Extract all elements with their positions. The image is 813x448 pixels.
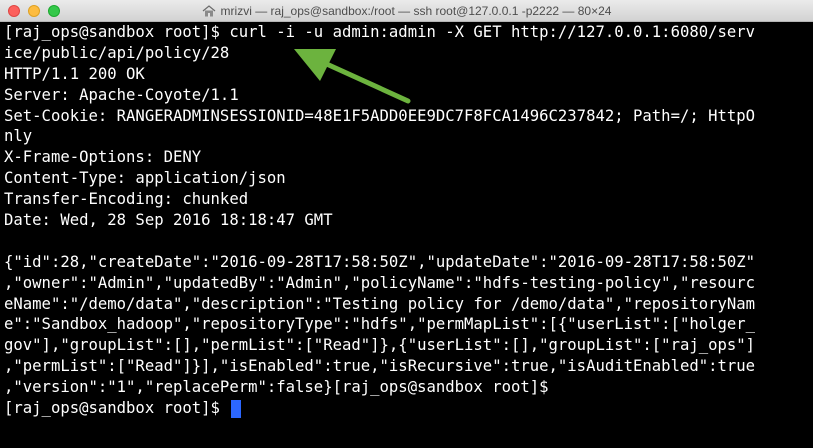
terminal-line: nly (4, 127, 33, 146)
terminal-line: X-Frame-Options: DENY (4, 148, 202, 167)
terminal-line: eName":"/demo/data","description":"Testi… (4, 294, 756, 313)
home-folder-icon (202, 4, 215, 16)
terminal-prompt-line[interactable]: [raj_ops@sandbox root]$ (4, 398, 813, 419)
terminal-line: {"id":28,"createDate":"2016-09-28T17:58:… (4, 252, 756, 271)
shell-prompt: [raj_ops@sandbox root]$ (4, 399, 230, 418)
terminal-line: ,"permList":["Read"]}],"isEnabled":true,… (4, 357, 756, 376)
window-title-container: mrizvi — raj_ops@sandbox:/root — ssh roo… (0, 0, 813, 21)
terminal-line: HTTP/1.1 200 OK (4, 64, 145, 83)
title-bar[interactable]: mrizvi — raj_ops@sandbox:/root — ssh roo… (0, 0, 813, 22)
terminal-line: e":"Sandbox_hadoop","repositoryType":"hd… (4, 315, 756, 334)
terminal-line: Transfer-Encoding: chunked (4, 190, 249, 209)
terminal-line: Content-Type: application/json (4, 169, 286, 188)
text-cursor (231, 399, 242, 418)
terminal-output[interactable]: [raj_ops@sandbox root]$ curl -i -u admin… (4, 22, 813, 448)
terminal-line: Set-Cookie: RANGERADMINSESSIONID=48E1F5A… (4, 106, 756, 125)
terminal-window: mrizvi — raj_ops@sandbox:/root — ssh roo… (0, 0, 813, 448)
terminal-line: Server: Apache-Coyote/1.1 (4, 85, 239, 104)
terminal-line: gov"],"groupList":[],"permList":["Read"]… (4, 336, 756, 355)
terminal-line: ice/public/api/policy/28 (4, 43, 230, 62)
window-title: mrizvi — raj_ops@sandbox:/root — ssh roo… (220, 3, 612, 18)
terminal-line: Date: Wed, 28 Sep 2016 18:18:47 GMT (4, 211, 333, 230)
terminal-line: [raj_ops@sandbox root]$ curl -i -u admin… (4, 23, 756, 41)
terminal-line: ,"version":"1","replacePerm":false}[raj_… (4, 378, 558, 397)
terminal-line: ,"owner":"Admin","updatedBy":"Admin","po… (4, 273, 756, 292)
